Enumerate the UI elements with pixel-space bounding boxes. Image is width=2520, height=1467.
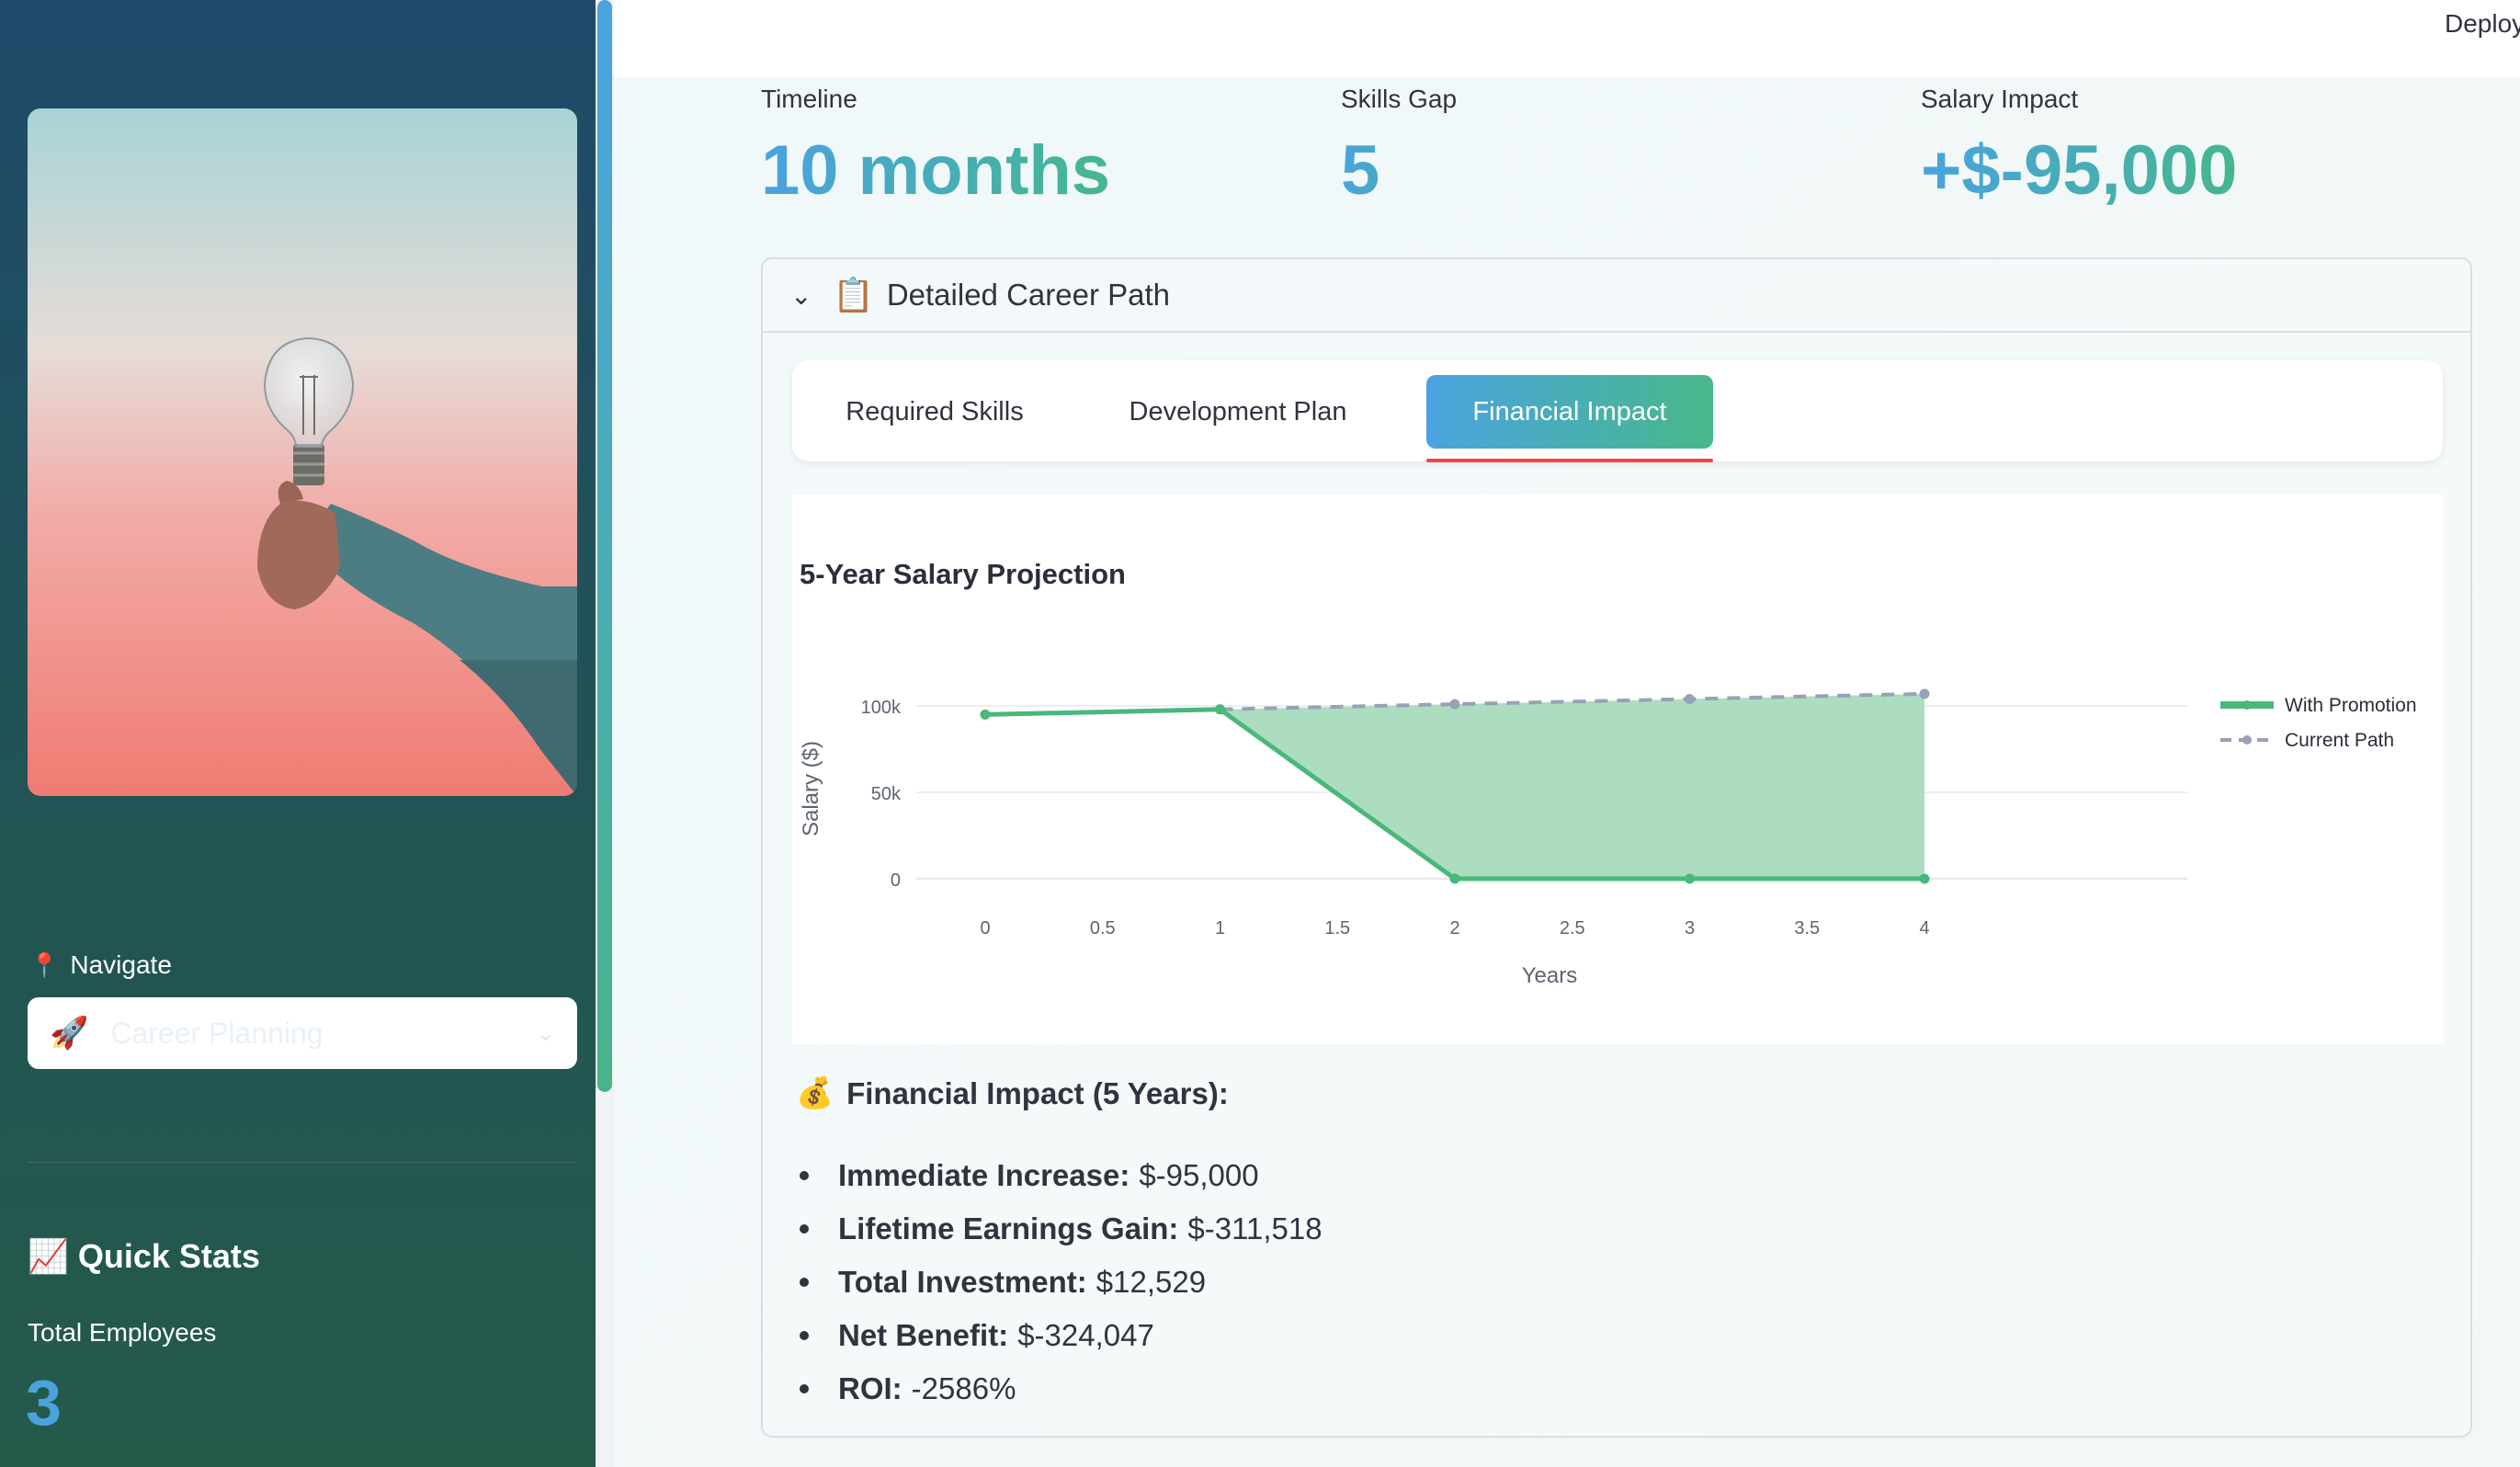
bullet — [800, 1384, 809, 1393]
item-value: -2586% — [911, 1371, 1016, 1405]
legend-marker — [2242, 700, 2252, 710]
metric-label: Skills Gap — [1341, 85, 1458, 113]
item-value: $-95,000 — [1139, 1158, 1259, 1192]
top-header — [614, 0, 2520, 77]
chart-x-axis-label: Years — [1522, 963, 1578, 988]
chevron-down-icon: ⌄ — [790, 280, 812, 310]
y-tick-label: 50k — [871, 784, 902, 804]
round-pushpin-icon: 📍 — [29, 950, 60, 979]
total-employees-value: 3 — [26, 1367, 62, 1439]
legend-label: Current Path — [2285, 730, 2394, 751]
financial-impact-list: Immediate Increase: $-95,000 Lifetime Ear… — [796, 1149, 1322, 1416]
active-tab-indicator — [1426, 459, 1713, 462]
deploy-button[interactable]: Deploy — [2445, 9, 2520, 39]
quick-stats-title: 📈 Quick Stats — [28, 1237, 260, 1276]
metric-value: +$-95,000 — [1921, 131, 2238, 210]
bullet — [800, 1278, 809, 1287]
chart-y-axis-label: Salary ($) — [799, 741, 823, 836]
list-item: Lifetime Earnings Gain: $-311,518 — [796, 1202, 1322, 1256]
chart-svg: 5-Year Salary Projection 0 50k 100k 0 0.5 1 1.… — [799, 558, 2417, 988]
data-point — [1919, 873, 1930, 884]
rocket-icon: 🚀 — [50, 1016, 89, 1051]
metric-timeline: Timeline 10 months — [761, 85, 1110, 210]
quick-stats-title-text: Quick Stats — [77, 1237, 260, 1275]
item-label: Total Investment: — [838, 1265, 1087, 1299]
x-tick-label: 2 — [1449, 918, 1459, 938]
list-item: Total Investment: $12,529 — [796, 1256, 1322, 1309]
data-point — [1685, 693, 1695, 704]
x-tick-label: 4 — [1919, 918, 1929, 938]
list-item: Immediate Increase: $-95,000 — [796, 1149, 1322, 1202]
data-point — [1449, 873, 1460, 884]
item-label: Net Benefit: — [838, 1318, 1009, 1352]
bullet — [800, 1224, 809, 1234]
bullet — [800, 1171, 809, 1180]
chart-title: 5-Year Salary Projection — [800, 558, 1126, 590]
x-tick-label: 0 — [980, 918, 990, 938]
sidebar-scrollbar-thumb[interactable] — [597, 0, 612, 1092]
metric-label: Timeline — [761, 85, 857, 113]
chevron-down-icon: ⌄ — [536, 1020, 555, 1046]
item-value: $-311,518 — [1187, 1211, 1322, 1245]
metric-value: 5 — [1341, 131, 1457, 210]
tab-bar: Required Skills Development Plan Financi… — [792, 360, 2443, 461]
lightbulb-hero-image — [28, 108, 577, 796]
legend-marker — [2242, 735, 2252, 745]
data-point — [1919, 688, 1930, 699]
x-tick-label: 0.5 — [1090, 918, 1116, 938]
item-value: $12,529 — [1095, 1265, 1207, 1299]
data-point — [1449, 699, 1460, 710]
item-value: $-324,047 — [1017, 1318, 1154, 1352]
navigation-select-value: Career Planning — [110, 1016, 324, 1050]
bullet — [800, 1331, 809, 1340]
financial-impact-title: 💰 Financial Impact (5 Years): — [796, 1075, 1229, 1111]
x-tick-label: 1 — [1215, 918, 1225, 938]
x-tick-label: 1.5 — [1324, 918, 1350, 938]
x-tick-label: 3 — [1685, 918, 1695, 938]
list-item: Net Benefit: $-324,047 — [796, 1309, 1322, 1362]
tab-development-plan[interactable]: Development Plan — [1114, 375, 1362, 449]
item-label: Lifetime Earnings Gain: — [838, 1211, 1179, 1245]
legend-label: With Promotion — [2285, 695, 2417, 716]
metric-skills-gap: Skills Gap 5 — [1341, 85, 1457, 210]
financial-impact-title-text: Financial Impact (5 Years): — [846, 1075, 1229, 1110]
tab-required-skills[interactable]: Required Skills — [820, 375, 1050, 449]
metric-value: 10 months — [761, 131, 1111, 210]
money-bag-icon: 💰 — [796, 1075, 834, 1109]
data-point — [1685, 873, 1695, 884]
navigation-select[interactable]: 🚀 Career Planning ⌄ — [28, 997, 577, 1069]
data-point — [1215, 704, 1225, 715]
sidebar-divider — [28, 1162, 577, 1163]
y-tick-label: 100k — [861, 698, 902, 718]
expander-title: Detailed Career Path — [886, 278, 1170, 312]
y-tick-label: 0 — [891, 870, 901, 891]
metric-label: Salary Impact — [1921, 85, 2079, 113]
expander-header[interactable]: ⌄ 📋 Detailed Career Path — [763, 259, 2470, 333]
chart-legend[interactable]: With Promotion Current Path — [2220, 695, 2417, 751]
data-point — [980, 709, 991, 720]
item-label: Immediate Increase: — [838, 1158, 1130, 1192]
navigate-label-text: Navigate — [70, 950, 172, 979]
clipboard-icon: 📋 — [833, 276, 874, 313]
list-item: ROI: -2586% — [796, 1362, 1322, 1416]
chart-increasing-icon: 📈 — [28, 1237, 69, 1275]
item-label: ROI: — [838, 1371, 902, 1405]
total-employees-label: Total Employees — [28, 1318, 217, 1347]
metric-salary-impact: Salary Impact +$-95,000 — [1921, 85, 2237, 210]
tab-financial-impact[interactable]: Financial Impact — [1426, 375, 1713, 449]
x-tick-label: 3.5 — [1794, 918, 1820, 938]
navigate-label: 📍 Navigate — [29, 950, 172, 980]
salary-projection-chart: 5-Year Salary Projection 0 50k 100k 0 0.5 1 1.… — [792, 495, 2443, 1044]
x-tick-label: 2.5 — [1560, 918, 1585, 938]
